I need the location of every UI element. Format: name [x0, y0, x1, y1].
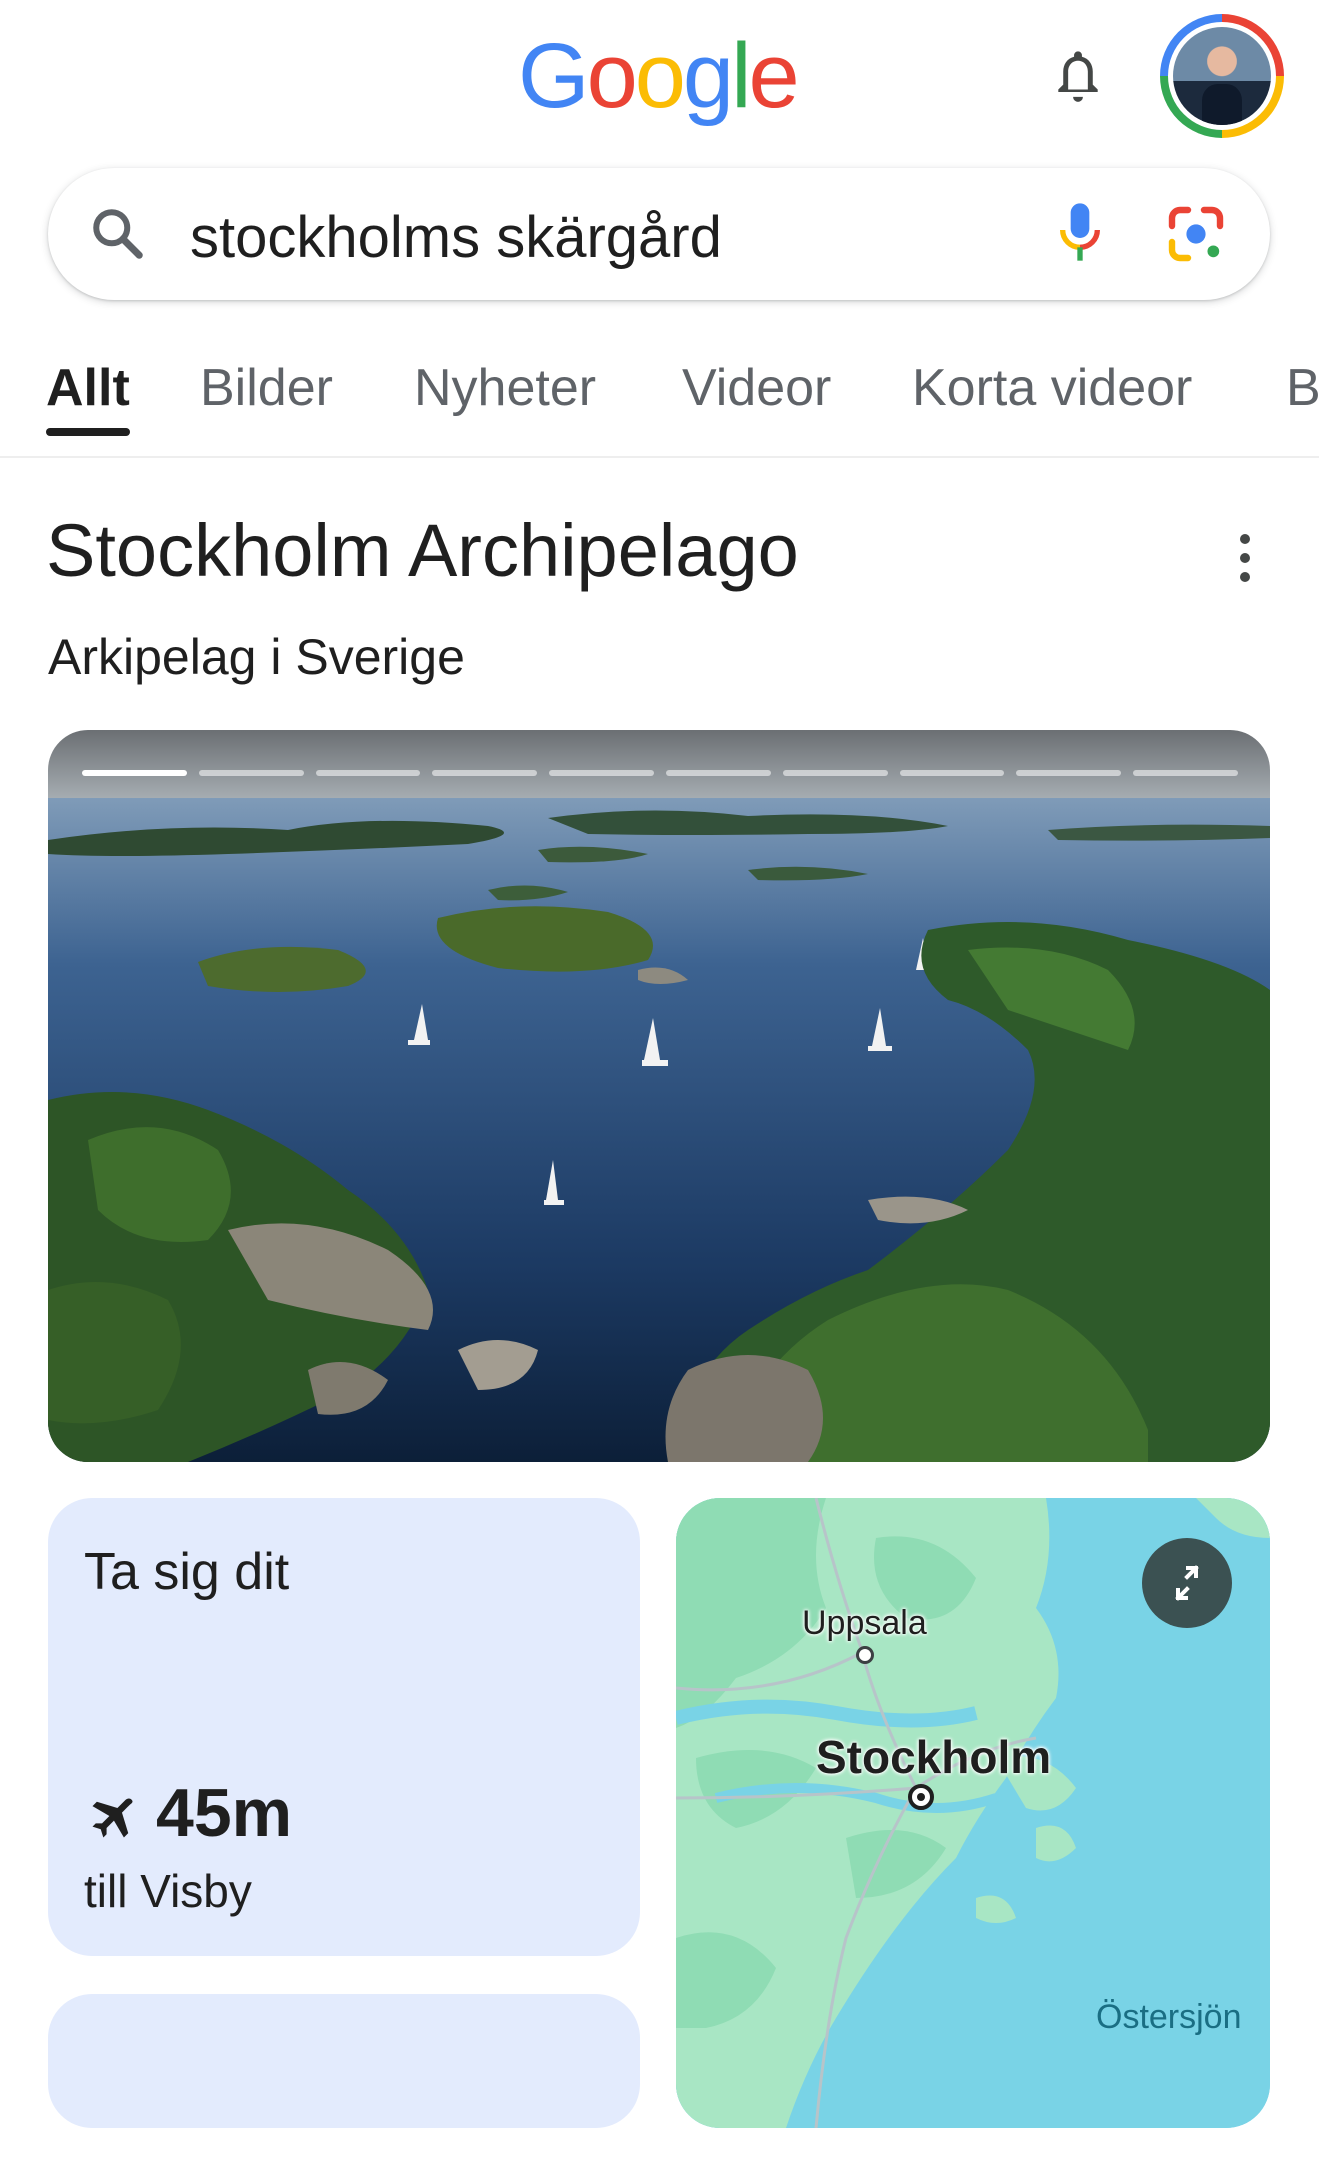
airplane-icon [86, 1792, 138, 1844]
logo-letter: e [748, 25, 800, 127]
tab-more-partial[interactable]: B [1286, 358, 1319, 418]
avatar-photo [1173, 27, 1271, 125]
more-vert-icon[interactable] [1230, 534, 1260, 586]
travel-card[interactable]: Ta sig dit 45m till Visby [48, 1498, 640, 1956]
flight-destination: till Visby [84, 1865, 252, 1917]
logo-letter: o [586, 25, 638, 127]
archipelago-image-gallery[interactable] [48, 730, 1270, 1462]
knowledge-panel-title: Stockholm Archipelago [46, 509, 799, 592]
bell-icon[interactable] [1048, 44, 1108, 108]
mic-icon[interactable] [1048, 198, 1112, 270]
tab-nyheter[interactable]: Nyheter [414, 358, 596, 418]
tab-allt[interactable]: Allt [46, 358, 130, 418]
active-tab-indicator [46, 428, 130, 436]
stockholm-marker [908, 1784, 934, 1810]
tab-korta-videor[interactable]: Korta videor [912, 358, 1192, 418]
account-avatar[interactable] [1160, 14, 1284, 138]
search-icon[interactable] [88, 204, 148, 264]
map-label-stockholm: Stockholm [816, 1731, 1052, 1783]
search-input[interactable]: stockholms skärgård [190, 204, 722, 271]
logo-letter: G [518, 25, 590, 127]
uppsala-marker [856, 1646, 874, 1664]
expand-icon[interactable] [1142, 1538, 1232, 1628]
top-bar: Google [0, 0, 1319, 160]
knowledge-panel-subtitle: Arkipelag i Sverige [48, 629, 465, 685]
logo-letter: o [634, 25, 686, 127]
search-bar[interactable]: stockholms skärgård [48, 168, 1270, 300]
tab-videor[interactable]: Videor [682, 358, 831, 418]
search-tabs: Allt Bilder Nyheter Videor Korta videor … [0, 340, 1319, 458]
archipelago-photo [48, 730, 1270, 1462]
travel-card-title: Ta sig dit [84, 1543, 290, 1601]
gallery-progress [82, 770, 1238, 776]
tab-bilder[interactable]: Bilder [200, 358, 333, 418]
flight-duration: 45m [156, 1775, 293, 1851]
map-card[interactable]: Uppsala Stockholm Östersjön [676, 1498, 1270, 2128]
map-label-ostersjon: Östersjön [1096, 1998, 1242, 2036]
google-logo[interactable]: Google [518, 24, 800, 129]
map-label-uppsala: Uppsala [802, 1604, 927, 1642]
secondary-card[interactable] [48, 1994, 640, 2128]
logo-letter: l [731, 25, 752, 127]
logo-letter: g [682, 25, 734, 127]
google-lens-icon[interactable] [1164, 202, 1228, 266]
